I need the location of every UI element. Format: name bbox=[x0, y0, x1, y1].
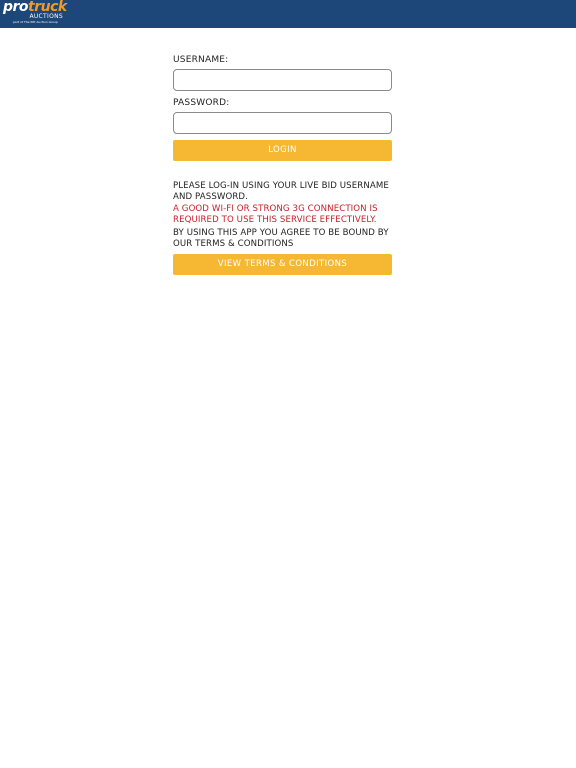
login-form: USERNAME: PASSWORD: LOGIN PLEASE LOG-IN … bbox=[173, 54, 393, 275]
terms-agreement-text: BY USING THIS APP YOU AGREE TO BE BOUND … bbox=[173, 228, 389, 249]
protruck-logo: protruck AUCTIONS part of The Pitt Aucti… bbox=[3, 0, 67, 25]
view-terms-button[interactable]: VIEW TERMS & CONDITIONS bbox=[173, 254, 392, 275]
password-label: PASSWORD: bbox=[173, 98, 230, 108]
logo-pro-text: pro bbox=[3, 0, 29, 15]
username-input[interactable] bbox=[173, 69, 392, 91]
password-input[interactable] bbox=[173, 112, 392, 134]
login-instructions: PLEASE LOG-IN USING YOUR LIVE BID USERNA… bbox=[173, 181, 389, 202]
app-header: protruck AUCTIONS part of The Pitt Aucti… bbox=[0, 0, 576, 28]
login-info: PLEASE LOG-IN USING YOUR LIVE BID USERNA… bbox=[173, 181, 393, 249]
login-button[interactable]: LOGIN bbox=[173, 140, 392, 161]
username-label: USERNAME: bbox=[173, 55, 229, 65]
connection-warning: A GOOD WI-FI OR STRONG 3G CONNECTION IS … bbox=[173, 204, 378, 225]
logo-tagline: part of The Pitt Auction Group bbox=[13, 20, 58, 24]
